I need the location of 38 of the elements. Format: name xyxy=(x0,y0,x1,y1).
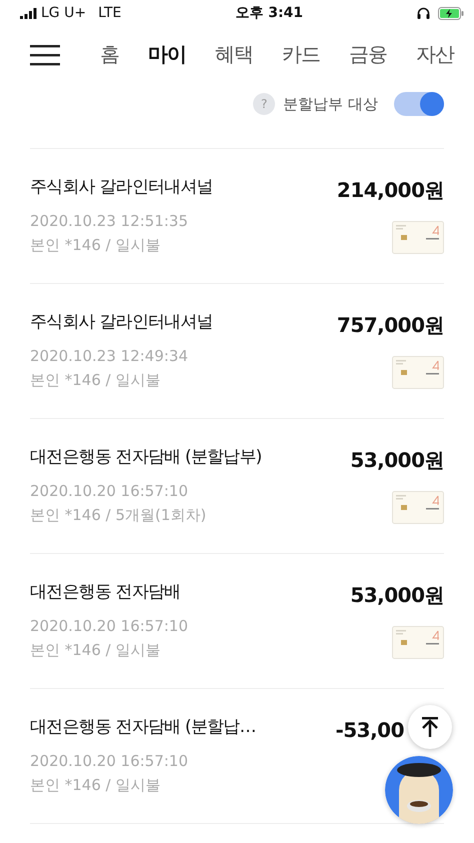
card-payment-detail: 본인 *146 / 일시불 xyxy=(30,370,162,390)
card-payment-detail: 본인 *146 / 일시불 xyxy=(30,234,162,256)
amount: 53,000원 xyxy=(350,582,444,609)
merchant-name: 대전은행동 전자담배 xyxy=(30,581,182,604)
merchant-name: 주식회사 갈라인터내셔널 xyxy=(30,311,213,334)
merchant-name: 대전은행동 전자담배 (분할납… xyxy=(30,716,256,739)
nav-tab[interactable]: 금융 xyxy=(349,39,387,69)
toggle-switch[interactable] xyxy=(394,92,444,116)
network-type: LTE xyxy=(98,4,122,22)
carrier-name: LG U+ xyxy=(41,4,86,22)
transaction-datetime: 2020.10.23 12:51:35 xyxy=(30,210,190,232)
nav-tab[interactable]: 혜택 xyxy=(215,39,253,69)
merchant-name: 주식회사 갈라인터내셔널 xyxy=(30,176,213,199)
amount: 53,000원 xyxy=(350,447,444,474)
amount: 214,000원 xyxy=(336,177,444,204)
card-payment-detail: 본인 *146 / 일시불 xyxy=(30,640,162,660)
avatar-button[interactable] xyxy=(385,756,453,824)
card-payment-detail: 본인 *146 / 일시불 xyxy=(30,774,162,796)
scroll-top-button[interactable] xyxy=(408,705,452,749)
battery-icon xyxy=(438,6,464,20)
transaction-datetime: 2020.10.23 12:49:34 xyxy=(30,346,190,366)
nav-tab[interactable]: 홈 xyxy=(100,39,119,69)
transaction-datetime: 2020.10.20 16:57:10 xyxy=(30,750,190,772)
nav-tab[interactable]: 마이 xyxy=(148,39,186,69)
signal-icon xyxy=(20,8,37,18)
nav-tab[interactable]: 자산 xyxy=(416,39,454,69)
merchant-name: 대전은행동 전자담배 (분할납부) xyxy=(30,446,262,469)
transaction-datetime: 2020.10.20 16:57:10 xyxy=(30,480,190,502)
nav-tab[interactable]: 카드 xyxy=(282,39,320,69)
clock-time: 오후 3:41 xyxy=(235,4,304,22)
amount: -53,00 xyxy=(335,717,404,744)
transaction-datetime: 2020.10.20 16:57:10 xyxy=(30,616,188,636)
card-payment-detail: 본인 *146 / 5개월(1회차) xyxy=(30,504,208,526)
headphones-icon xyxy=(417,7,430,19)
menu-button[interactable] xyxy=(30,42,60,66)
arrow-to-top-icon xyxy=(420,716,440,738)
filter-label: 분할납부 대상 xyxy=(283,94,378,115)
amount: 757,000원 xyxy=(336,312,444,339)
